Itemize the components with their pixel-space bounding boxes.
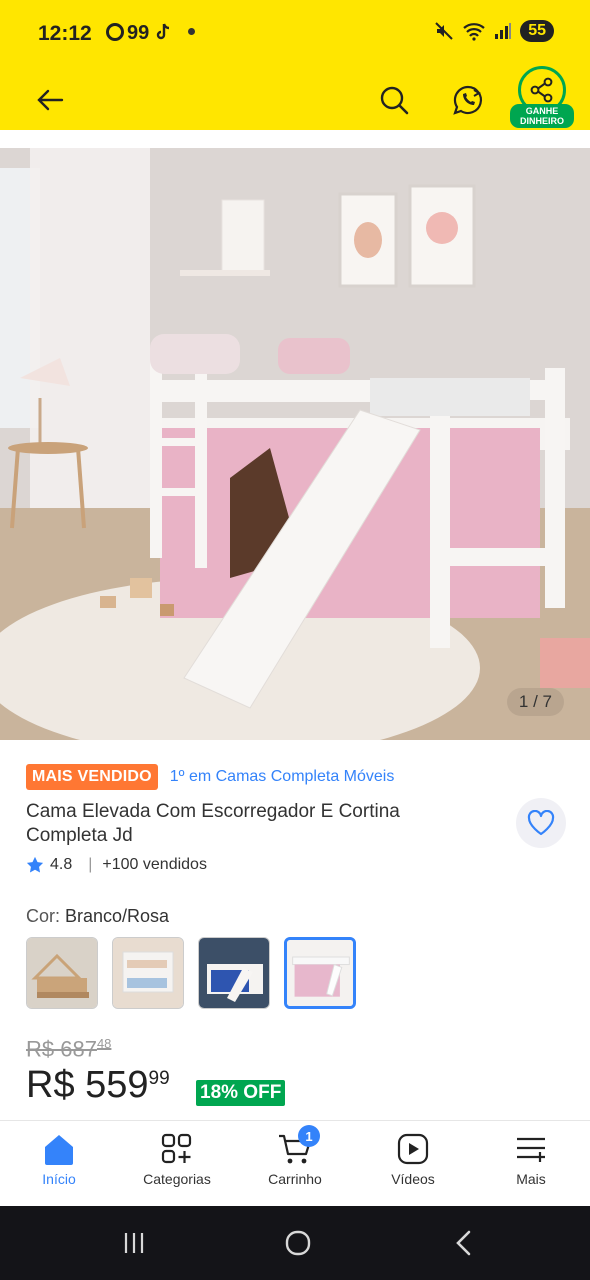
share-icon: [530, 77, 553, 103]
wifi-icon: [463, 23, 485, 41]
nav-item-inicio[interactable]: Início: [0, 1121, 118, 1206]
back-button[interactable]: [26, 76, 74, 124]
top-nav: GANHE DINHEIRO: [0, 66, 590, 130]
back-arrow-icon: [37, 89, 64, 111]
nav-item-categorias[interactable]: Categorias: [118, 1121, 236, 1206]
favorite-button[interactable]: [516, 798, 566, 848]
image-counter: 1 / 7: [506, 688, 564, 716]
product-image-carousel[interactable]: 1 / 7: [0, 148, 590, 740]
nav-item-mais[interactable]: Mais: [472, 1121, 590, 1206]
whatsapp-icon: [453, 85, 483, 115]
whatsapp-share-button[interactable]: [444, 76, 492, 124]
video-icon: [397, 1133, 429, 1165]
earn-money-button[interactable]: GANHE DINHEIRO: [510, 66, 574, 130]
mute-icon: [435, 22, 453, 40]
categories-icon: [161, 1133, 192, 1164]
rating-value: 4.8: [50, 856, 73, 873]
star-icon: [26, 856, 44, 873]
rating-row[interactable]: 4.8 | +100 vendidos: [26, 856, 207, 874]
nav-item-videos[interactable]: Vídeos: [354, 1121, 472, 1206]
home-icon: [45, 1135, 73, 1165]
tiktok-icon: [156, 23, 169, 40]
swatch-thumbnail: [113, 938, 183, 1008]
current-price: R$ 55999: [26, 1064, 170, 1106]
category-ranking-link[interactable]: 1º em Camas Completa Móveis: [170, 768, 395, 786]
recents-button[interactable]: [114, 1228, 154, 1258]
menu-icon: [517, 1137, 545, 1162]
app-ring-icon: [106, 23, 124, 41]
color-swatch-option-selected[interactable]: [284, 937, 356, 1009]
heart-icon: [527, 810, 555, 836]
swatch-thumbnail: [287, 940, 353, 1006]
rating-separator: |: [88, 856, 93, 873]
system-back-button[interactable]: [444, 1228, 484, 1258]
color-swatch-option[interactable]: [26, 937, 98, 1009]
current-price-cents: 99: [148, 1068, 170, 1089]
nav-label: Mais: [516, 1171, 546, 1187]
search-icon: [380, 86, 409, 115]
discount-badge: 18% OFF: [196, 1080, 286, 1106]
swatch-thumbnail: [27, 938, 97, 1008]
home-system-button[interactable]: [278, 1228, 318, 1258]
badge-row: MAIS VENDIDO 1º em Camas Completa Móveis: [26, 764, 394, 790]
original-price: R$ 68748: [26, 1036, 112, 1062]
color-label: Cor: Branco/Rosa: [26, 906, 170, 926]
bottom-nav: Início Categorias 1 Carrinho Vídeos Mais: [0, 1120, 590, 1206]
swatch-thumbnail: [199, 938, 269, 1008]
status-icons: 55: [434, 20, 554, 42]
product-title: Cama Elevada Com Escorregador E Cortina …: [26, 801, 400, 846]
status-app-indicator: 99: [106, 22, 171, 45]
notification-dot-icon: [188, 28, 195, 35]
spacer: [0, 130, 590, 148]
nav-item-carrinho[interactable]: 1 Carrinho: [236, 1121, 354, 1206]
nav-label: Carrinho: [268, 1171, 322, 1187]
status-time: 12:12: [38, 22, 92, 45]
earn-money-label: GANHE DINHEIRO: [510, 104, 574, 128]
system-nav-bar: [0, 1206, 590, 1280]
color-swatch-option[interactable]: [198, 937, 270, 1009]
nav-label: Categorias: [143, 1171, 211, 1187]
recents-icon: [124, 1233, 144, 1253]
nav-label: Vídeos: [391, 1171, 435, 1187]
home-circle-icon: [285, 1230, 311, 1256]
status-bar: 12:12 99 55: [0, 0, 590, 70]
color-swatches: [26, 937, 356, 1009]
best-seller-badge: MAIS VENDIDO: [26, 764, 158, 790]
color-value: Branco/Rosa: [65, 906, 170, 926]
cart-count-badge: 1: [298, 1125, 320, 1147]
signal-icon: [495, 23, 512, 39]
nav-label: Início: [42, 1171, 76, 1187]
battery-indicator: 55: [520, 20, 554, 42]
original-price-cents: 48: [96, 1036, 112, 1051]
chevron-left-icon: [456, 1230, 471, 1256]
search-button[interactable]: [370, 76, 418, 124]
color-swatch-option[interactable]: [112, 937, 184, 1009]
sold-count: +100 vendidos: [102, 856, 207, 873]
product-photo: [0, 148, 590, 740]
